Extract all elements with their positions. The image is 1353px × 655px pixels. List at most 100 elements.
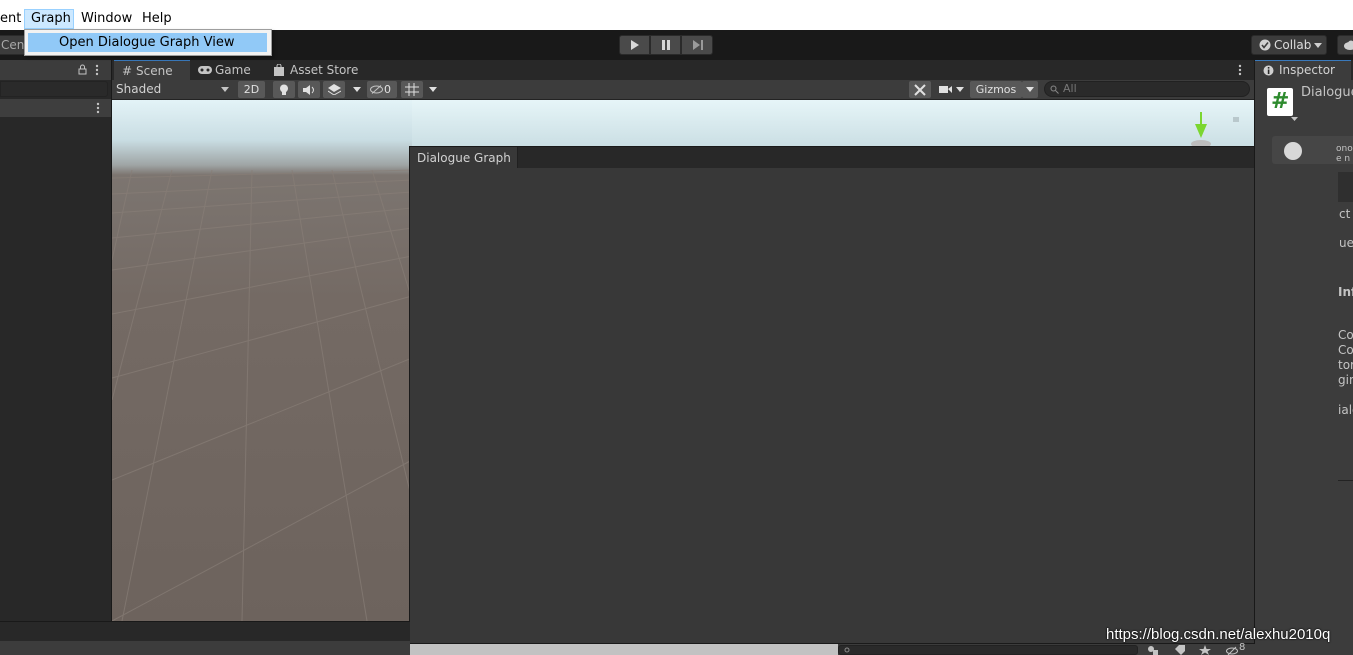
grid-dropdown[interactable]: [426, 81, 440, 98]
inspector-divider: [1338, 172, 1353, 202]
menu-label: ent: [0, 11, 22, 26]
cloud-button[interactable]: [1337, 35, 1353, 55]
tools-icon: [914, 84, 926, 96]
tab-inspector[interactable]: Inspector: [1255, 60, 1351, 80]
grid-snap-icon: [405, 83, 419, 96]
hierarchy-header: [0, 60, 111, 80]
tools-toggle[interactable]: [909, 81, 931, 98]
effects-dropdown[interactable]: [350, 81, 364, 98]
menu-label: Window: [81, 11, 133, 26]
dialogue-graph-title: Dialogue Graph: [417, 151, 511, 165]
tab-label: Asset Store: [290, 63, 359, 77]
filter-type-icon[interactable]: [1147, 645, 1159, 655]
chevron-down-icon: [1291, 117, 1298, 121]
cloud-icon: [1344, 40, 1353, 50]
graph-menu-dropdown: Open Dialogue Graph View: [24, 29, 272, 56]
search-placeholder: All: [1063, 82, 1077, 95]
lock-icon[interactable]: [78, 64, 87, 75]
hierarchy-panel: [0, 60, 112, 621]
scene-search-input[interactable]: All: [1044, 81, 1250, 97]
hierarchy-scene-row[interactable]: [0, 99, 111, 117]
play-controls: [619, 35, 713, 55]
kebab-menu-icon[interactable]: [1238, 64, 1242, 76]
tab-asset-store[interactable]: Asset Store: [268, 60, 368, 80]
scene-viewport-sky: [412, 100, 1254, 146]
inspector-text-8: tor: [1338, 358, 1353, 372]
tab-scene[interactable]: # Scene: [114, 60, 190, 80]
scene-viewport[interactable]: [112, 100, 412, 621]
gizmos-label: Gizmos: [975, 83, 1017, 96]
search-icon: [844, 647, 850, 653]
camera-dropdown[interactable]: [935, 81, 968, 98]
pause-icon: [662, 40, 670, 50]
tab-game[interactable]: Game: [193, 60, 269, 80]
project-toolbar: 8: [838, 642, 1353, 655]
script-asset-icon: #: [1267, 88, 1293, 116]
gizmos-dropdown[interactable]: [1022, 81, 1038, 98]
audio-toggle[interactable]: [298, 81, 320, 98]
toggle-2d-button[interactable]: 2D: [238, 81, 265, 98]
hidden-count: 0: [384, 83, 391, 96]
collab-button[interactable]: Collab: [1251, 35, 1327, 55]
star-icon[interactable]: [1199, 645, 1211, 655]
hidden-objects-toggle[interactable]: 0: [367, 81, 397, 98]
ground-grid: [112, 169, 412, 621]
inspector-text-6: Co: [1338, 328, 1353, 342]
layers-icon: [328, 84, 341, 95]
hash-icon: #: [1271, 89, 1290, 114]
scene-tab-bar: # Scene Game Asset Store: [112, 60, 1254, 80]
inspector-tab-label: Inspector: [1279, 63, 1335, 77]
menu-label: Help: [142, 11, 172, 26]
open-dialogue-graph-view-item[interactable]: Open Dialogue Graph View: [28, 33, 267, 52]
chevron-down-icon: [1314, 43, 1322, 48]
kebab-menu-icon[interactable]: [96, 102, 100, 114]
chevron-down-icon: [1026, 87, 1034, 92]
kebab-menu-icon[interactable]: [95, 64, 99, 76]
shading-mode-dropdown[interactable]: Shaded: [116, 81, 234, 98]
search-icon: [1050, 85, 1059, 94]
dialogue-graph-tab[interactable]: Dialogue Graph: [410, 147, 518, 168]
grid-icon: #: [122, 64, 133, 78]
graph-canvas[interactable]: [410, 168, 1338, 643]
grid-toggle[interactable]: [401, 81, 423, 98]
speaker-icon: [303, 85, 314, 95]
inspector-text-10: ialo: [1338, 403, 1353, 417]
chevron-down-icon: [429, 87, 437, 92]
tab-label: Game: [215, 63, 251, 77]
inspector-text-2: e n: [1336, 154, 1351, 164]
watermark-text: https://blog.csdn.net/alexhu2010q: [1106, 626, 1331, 643]
play-icon: [631, 40, 639, 50]
play-button[interactable]: [619, 35, 650, 55]
lighting-toggle[interactable]: [273, 81, 295, 98]
inspector-text-7: Co: [1338, 343, 1353, 357]
project-search-input[interactable]: [838, 645, 1138, 655]
menu-bar: ent Graph Window Help: [0, 0, 1353, 30]
check-circle-icon: [1259, 39, 1271, 51]
tab-label: Scene: [136, 64, 173, 78]
chevron-down-icon: [221, 87, 229, 92]
dialogue-graph-window: Dialogue Graph: [409, 146, 1339, 644]
camera-icon: [939, 86, 952, 93]
menu-graph[interactable]: Graph: [24, 9, 74, 29]
step-button[interactable]: [681, 35, 713, 55]
gizmos-button[interactable]: Gizmos: [970, 81, 1022, 98]
inspector-import-box: ono e n: [1272, 136, 1353, 164]
project-panel-header: [0, 641, 410, 655]
effects-toggle[interactable]: [323, 81, 345, 98]
lock-icon[interactable]: [1232, 114, 1240, 122]
asset-thumb-icon: [1284, 142, 1302, 160]
menu-window[interactable]: Window: [75, 9, 138, 29]
scene-toolbar: Shaded 2D 0 Gizmos All: [112, 80, 1254, 100]
mode-2d-label: 2D: [243, 83, 260, 96]
eye-slash-icon[interactable]: [1226, 646, 1238, 655]
pause-button[interactable]: [650, 35, 681, 55]
dropdown-item-label: Open Dialogue Graph View: [59, 35, 235, 50]
label-tag-icon[interactable]: [1173, 645, 1185, 655]
scene-gizmo-icon[interactable]: [1186, 110, 1216, 146]
inspector-divider: [1338, 480, 1353, 481]
hierarchy-search-input[interactable]: [0, 81, 108, 97]
info-icon: [1263, 65, 1274, 76]
inspector-text-5: Inf: [1338, 285, 1353, 299]
inspector-text-9: gin: [1338, 373, 1353, 387]
menu-help[interactable]: Help: [136, 9, 178, 29]
